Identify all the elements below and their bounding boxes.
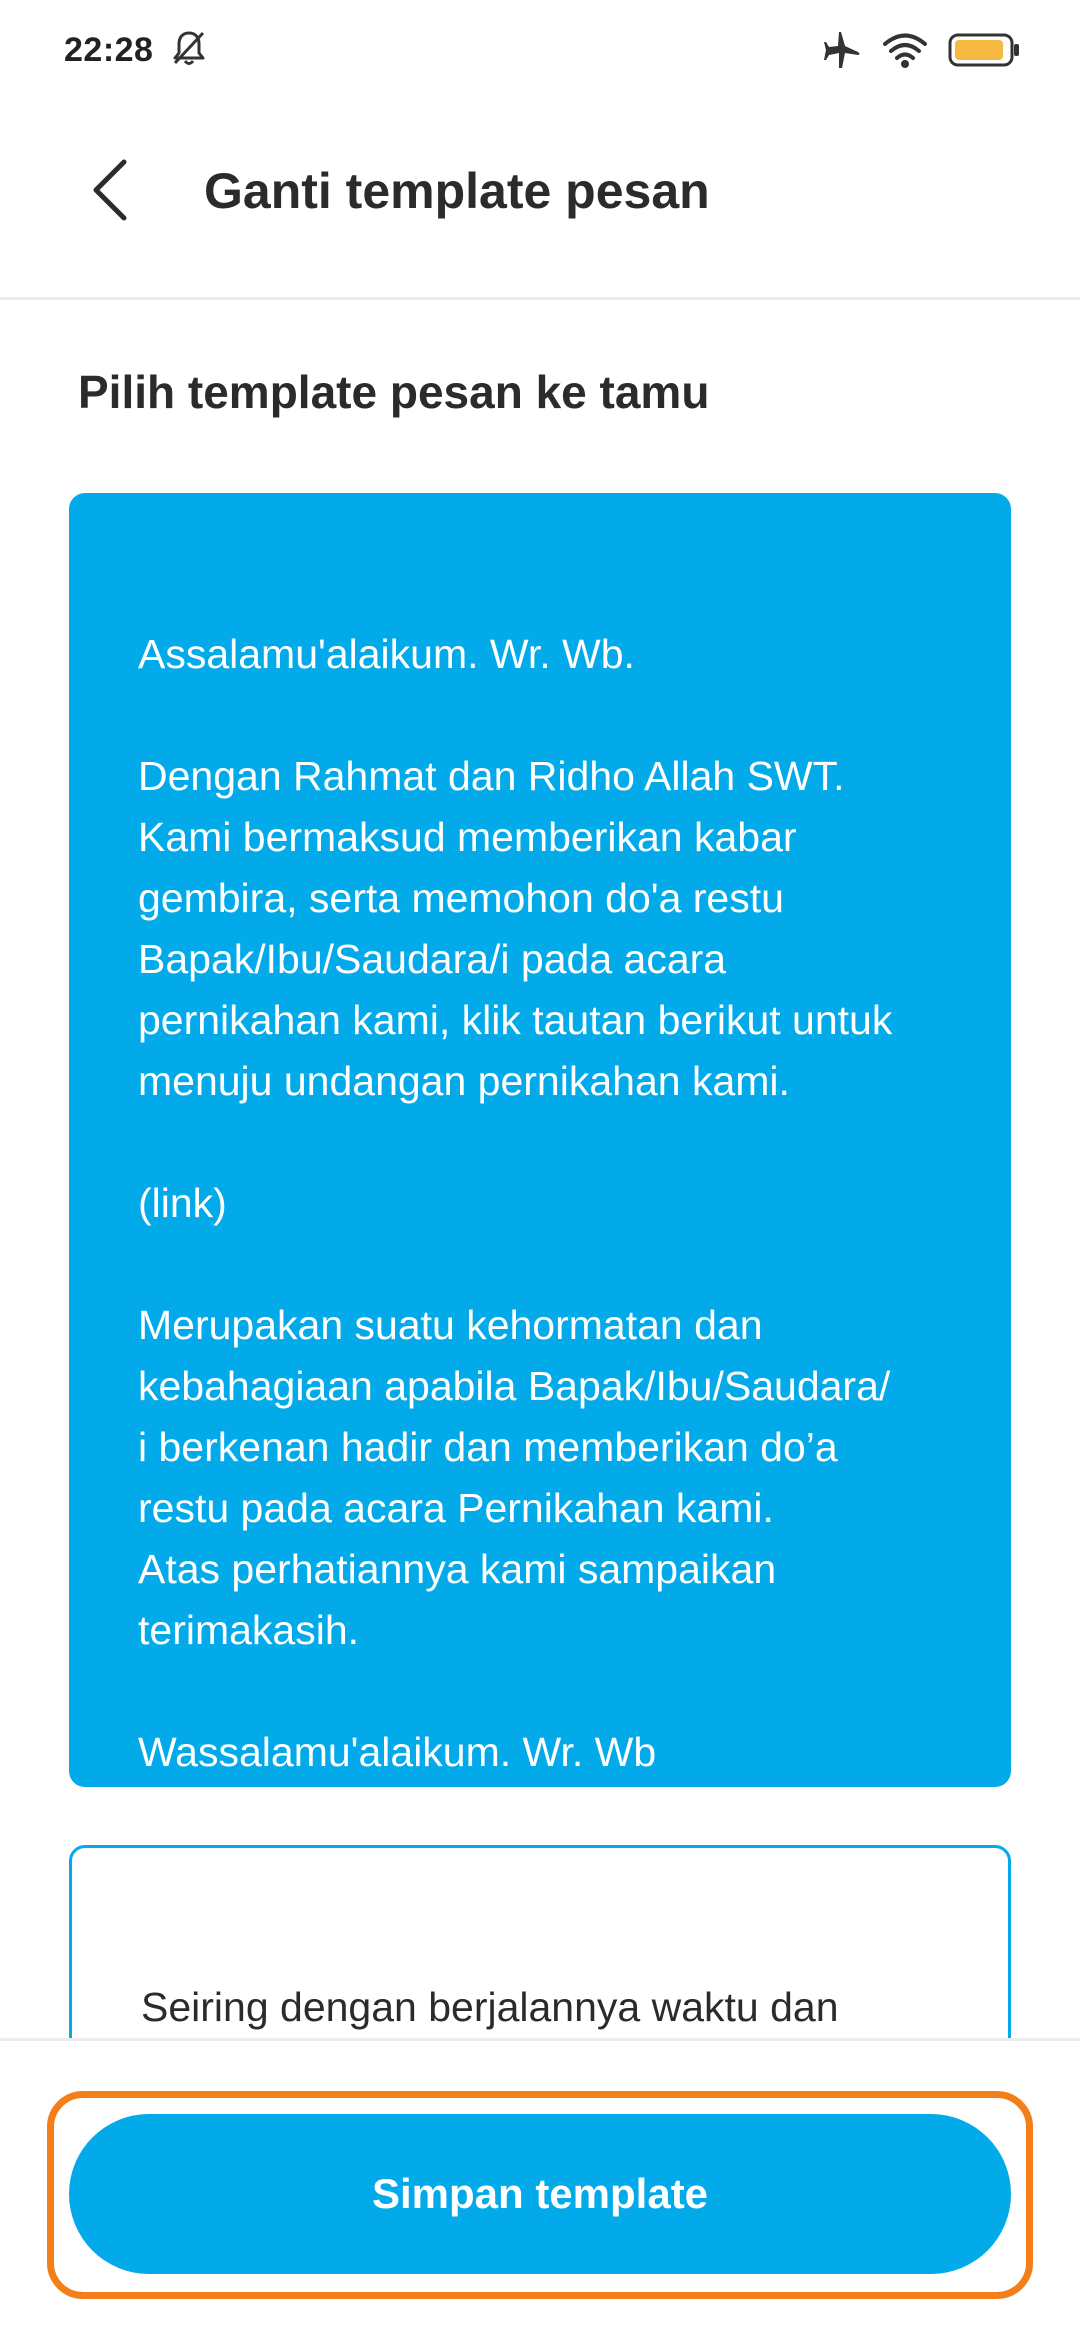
bell-off-icon [171, 29, 207, 72]
template-list[interactable]: Pilih template pesan ke tamu Assalamu'al… [0, 303, 1080, 2038]
save-template-button[interactable]: Simpan template [69, 2114, 1011, 2274]
screen: 22:28 Ganti template pesan Pilih templat… [0, 0, 1080, 2340]
footer: Simpan template [0, 2038, 1080, 2340]
battery-icon [948, 32, 1020, 68]
status-right [822, 31, 1020, 69]
back-button[interactable] [62, 144, 158, 240]
wifi-icon [882, 31, 928, 69]
template-card-selected[interactable]: Assalamu'alaikum. Wr. Wb. Dengan Rahmat … [69, 493, 1011, 1787]
section-title: Pilih template pesan ke tamu [78, 366, 710, 418]
chevron-left-icon [90, 158, 130, 227]
status-left: 22:28 [64, 29, 207, 72]
template-text: Seiring dengan berjalannya waktu dan per… [141, 1984, 839, 2030]
template-text: Assalamu'alaikum. Wr. Wb. Dengan Rahmat … [138, 631, 893, 1775]
template-card[interactable]: Seiring dengan berjalannya waktu dan per… [69, 1845, 1011, 2038]
status-bar: 22:28 [0, 0, 1080, 100]
page-title: Ganti template pesan [204, 163, 710, 219]
app-header: Ganti template pesan [0, 100, 1080, 300]
status-time: 22:28 [64, 30, 154, 69]
airplane-icon [822, 31, 862, 69]
